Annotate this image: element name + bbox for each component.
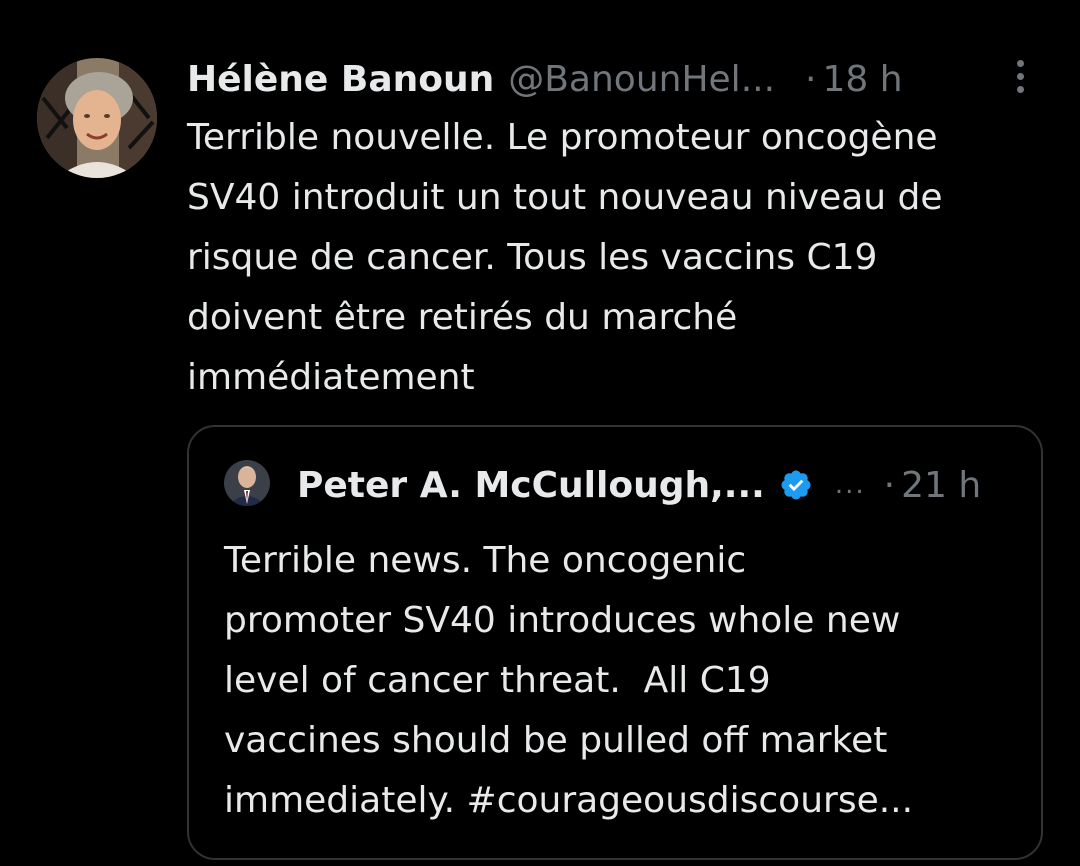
quoted-author-avatar-image [224,460,270,506]
verified-badge-icon [781,470,811,500]
more-dot [1016,59,1024,67]
author-avatar[interactable] [37,58,157,178]
author-display-name[interactable]: Hélène Banoun [187,59,494,100]
author-handle[interactable]: @BanounHel... [508,59,775,100]
quoted-author-avatar[interactable] [224,460,270,506]
header-separator: · [805,58,817,100]
more-vertical-icon[interactable] [1002,56,1038,96]
author-avatar-image [37,58,157,178]
quoted-tweet-text: Terrible news. The oncogenic promoter SV… [224,540,914,821]
quoted-tweet-card[interactable]: Peter A. McCullough,... ... · 21 h Terri… [187,425,1043,860]
tweet-text: Terrible nouvelle. Le promoteur oncogène… [187,117,943,398]
quoted-author-display-name: Peter A. McCullough,... [297,464,765,506]
quoted-tweet-timestamp: 21 h [901,464,982,506]
more-dot [1016,72,1024,80]
quoted-tweet-header: Peter A. McCullough,... ... · 21 h [297,460,1017,510]
tweet-timestamp[interactable]: 18 h [822,59,902,100]
quoted-header-separator: · [883,464,896,506]
quoted-author-handle: ... [834,470,866,500]
more-dot [1016,85,1024,93]
tweet-header: Hélène Banoun @BanounHel... · 18 h [187,54,1047,104]
tweet[interactable]: Hélène Banoun @BanounHel... · 18 h Terri… [0,0,1080,866]
